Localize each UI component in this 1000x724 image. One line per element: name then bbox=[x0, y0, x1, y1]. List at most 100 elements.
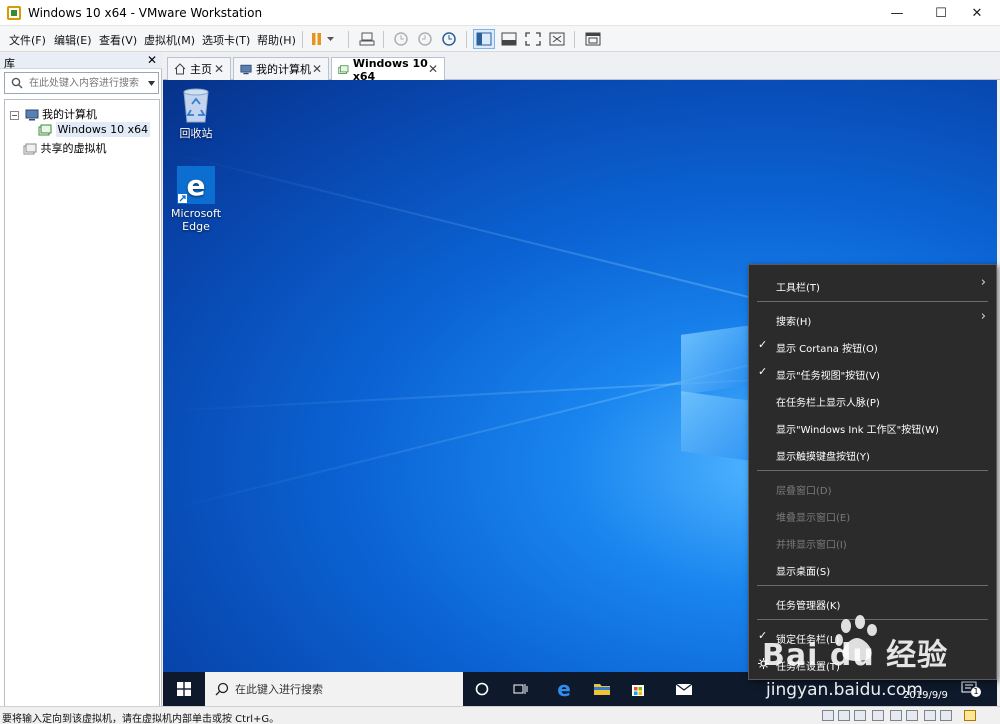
close-button[interactable]: ✕ bbox=[960, 0, 994, 26]
library-search-box[interactable] bbox=[4, 72, 159, 94]
toolbar-divider bbox=[348, 31, 349, 48]
menu-item-label: 层叠窗口(D) bbox=[776, 486, 832, 497]
desktop-icon-label: Microsoft Edge bbox=[170, 207, 222, 233]
tab-my-computer[interactable]: 我的计算机 ✕ bbox=[233, 57, 329, 80]
menu-item-search[interactable]: 搜索(H) › bbox=[749, 305, 996, 332]
taskbar-explorer-button[interactable] bbox=[583, 672, 621, 706]
menu-separator bbox=[757, 470, 988, 471]
snapshot-icon[interactable] bbox=[390, 29, 412, 49]
menu-tabs[interactable]: 选项卡(T) bbox=[202, 32, 250, 48]
menu-item-label: 搜索(H) bbox=[776, 317, 812, 328]
task-view-icon bbox=[513, 684, 528, 694]
desktop-icon-edge[interactable]: e Microsoft Edge bbox=[163, 166, 229, 233]
console-view-icon[interactable] bbox=[582, 29, 604, 49]
library-close-button[interactable]: ✕ bbox=[147, 53, 157, 67]
taskbar-edge-button[interactable]: e bbox=[545, 672, 583, 706]
edge-icon: e bbox=[557, 677, 571, 701]
toolbar-divider bbox=[466, 31, 467, 48]
menu-view[interactable]: 查看(V) bbox=[99, 32, 137, 48]
sound-card-icon[interactable] bbox=[906, 710, 918, 721]
tab-bar: 主页 ✕ 我的计算机 ✕ Windows 10 x64 ✕ bbox=[163, 53, 1000, 83]
tab-close-icon[interactable]: ✕ bbox=[214, 62, 224, 76]
menu-item-show-people[interactable]: 在任务栏上显示人脉(P) bbox=[749, 386, 996, 413]
tree-item-shared-vms[interactable]: 共享的虚拟机 bbox=[23, 140, 107, 156]
menu-file[interactable]: 文件(F) bbox=[9, 32, 46, 48]
network-adapter-icon[interactable] bbox=[872, 710, 884, 721]
menu-item-side-by-side: 并排显示窗口(I) bbox=[749, 528, 996, 555]
full-screen-icon[interactable] bbox=[522, 29, 544, 49]
minimize-button[interactable]: — bbox=[880, 0, 914, 26]
status-message: 要将输入定向到该虚拟机，请在虚拟机内部单击或按 Ctrl+G。 bbox=[2, 714, 280, 724]
usb-controller-icon[interactable] bbox=[890, 710, 902, 721]
folder-icon bbox=[594, 684, 610, 695]
light-beam bbox=[163, 360, 765, 512]
display-icon[interactable] bbox=[940, 710, 952, 721]
watermark-brand: Bai du 经验 bbox=[762, 638, 949, 673]
windows-start-icon bbox=[177, 682, 191, 696]
store-icon bbox=[632, 685, 644, 696]
send-ctrl-alt-del-icon[interactable] bbox=[356, 29, 378, 49]
windows-logo-pane bbox=[681, 325, 751, 395]
snapshot-manager-icon[interactable] bbox=[438, 29, 460, 49]
maximize-button[interactable]: ☐ bbox=[924, 0, 958, 26]
collapse-toggle-icon[interactable]: − bbox=[10, 110, 19, 120]
taskbar-mail-button[interactable] bbox=[665, 672, 703, 706]
menu-item-label: 显示 Cortana 按钮(O) bbox=[776, 344, 878, 355]
revert-snapshot-icon[interactable] bbox=[414, 29, 436, 49]
tree-label-vm: Windows 10 x64 bbox=[55, 122, 151, 137]
checkmark-icon: ✓ bbox=[758, 338, 768, 351]
menu-help[interactable]: 帮助(H) bbox=[257, 32, 296, 48]
svg-text:e: e bbox=[187, 169, 206, 202]
tab-home[interactable]: 主页 ✕ bbox=[167, 57, 231, 80]
chevron-down-icon[interactable] bbox=[148, 81, 155, 86]
tree-item-my-computer[interactable]: − 我的计算机 bbox=[10, 106, 97, 122]
mail-icon bbox=[675, 683, 693, 695]
library-header: 库 ✕ bbox=[0, 53, 162, 70]
desktop-icon-recycle-bin[interactable]: 回收站 bbox=[163, 86, 229, 140]
baidu-jingyan-watermark: Bai du 经验 jingyan.baidu.com bbox=[762, 612, 998, 704]
show-thumbnail-icon[interactable] bbox=[498, 29, 520, 49]
menu-item-toolbars[interactable]: 工具栏(T) › bbox=[749, 271, 996, 298]
tab-windows-10-vm[interactable]: Windows 10 x64 ✕ bbox=[331, 57, 445, 83]
menu-item-show-cortana[interactable]: ✓ 显示 Cortana 按钮(O) bbox=[749, 332, 996, 359]
hard-disk-icon[interactable] bbox=[838, 710, 850, 721]
menu-item-label: 并排显示窗口(I) bbox=[776, 540, 847, 551]
library-tree: − 我的计算机 Windows 10 x64 共享的虚拟机 bbox=[4, 99, 160, 719]
tab-close-icon[interactable]: ✕ bbox=[312, 62, 322, 76]
menu-item-label: 堆叠显示窗口(E) bbox=[776, 513, 851, 524]
tab-close-icon[interactable]: ✕ bbox=[428, 62, 438, 76]
menu-separator bbox=[757, 301, 988, 302]
home-icon bbox=[174, 63, 186, 75]
taskbar-store-button[interactable] bbox=[619, 672, 657, 706]
taskbar-search-box[interactable] bbox=[205, 672, 463, 706]
light-beam bbox=[163, 150, 785, 307]
tab-label: 我的计算机 bbox=[256, 63, 311, 76]
tree-item-vm[interactable]: Windows 10 x64 bbox=[38, 122, 151, 137]
menu-item-stack-windows: 堆叠显示窗口(E) bbox=[749, 501, 996, 528]
cd-drive-icon[interactable] bbox=[854, 710, 866, 721]
vm-icon bbox=[38, 124, 52, 135]
printer-icon[interactable] bbox=[924, 710, 936, 721]
menu-item-show-desktop[interactable]: 显示桌面(S) bbox=[749, 555, 996, 582]
taskbar-search-input[interactable] bbox=[235, 680, 435, 698]
menu-edit[interactable]: 编辑(E) bbox=[54, 32, 92, 48]
library-title: 库 bbox=[4, 57, 15, 70]
menu-item-label: 在任务栏上显示人脉(P) bbox=[776, 398, 880, 409]
status-bar: 要将输入定向到该虚拟机，请在虚拟机内部单击或按 Ctrl+G。 bbox=[0, 706, 1000, 724]
submenu-arrow-icon: › bbox=[980, 275, 986, 290]
cortana-button[interactable] bbox=[463, 672, 501, 706]
toolbar-divider bbox=[574, 31, 575, 48]
library-search-input[interactable] bbox=[29, 75, 139, 91]
menu-item-label: 显示"Windows Ink 工作区"按钮(W) bbox=[776, 425, 939, 436]
message-log-icon[interactable] bbox=[964, 710, 976, 721]
task-view-button[interactable] bbox=[501, 672, 539, 706]
suspend-button[interactable] bbox=[308, 29, 338, 49]
menu-vm[interactable]: 虚拟机(M) bbox=[144, 32, 195, 48]
hard-disk-icon[interactable] bbox=[822, 710, 834, 721]
unity-mode-icon[interactable] bbox=[546, 29, 568, 49]
menu-item-show-task-view[interactable]: ✓ 显示"任务视图"按钮(V) bbox=[749, 359, 996, 386]
menu-item-show-touch-keyboard[interactable]: 显示触摸键盘按钮(Y) bbox=[749, 440, 996, 467]
show-library-icon[interactable] bbox=[473, 29, 495, 49]
start-button[interactable] bbox=[165, 672, 203, 706]
menu-item-show-ink-workspace[interactable]: 显示"Windows Ink 工作区"按钮(W) bbox=[749, 413, 996, 440]
